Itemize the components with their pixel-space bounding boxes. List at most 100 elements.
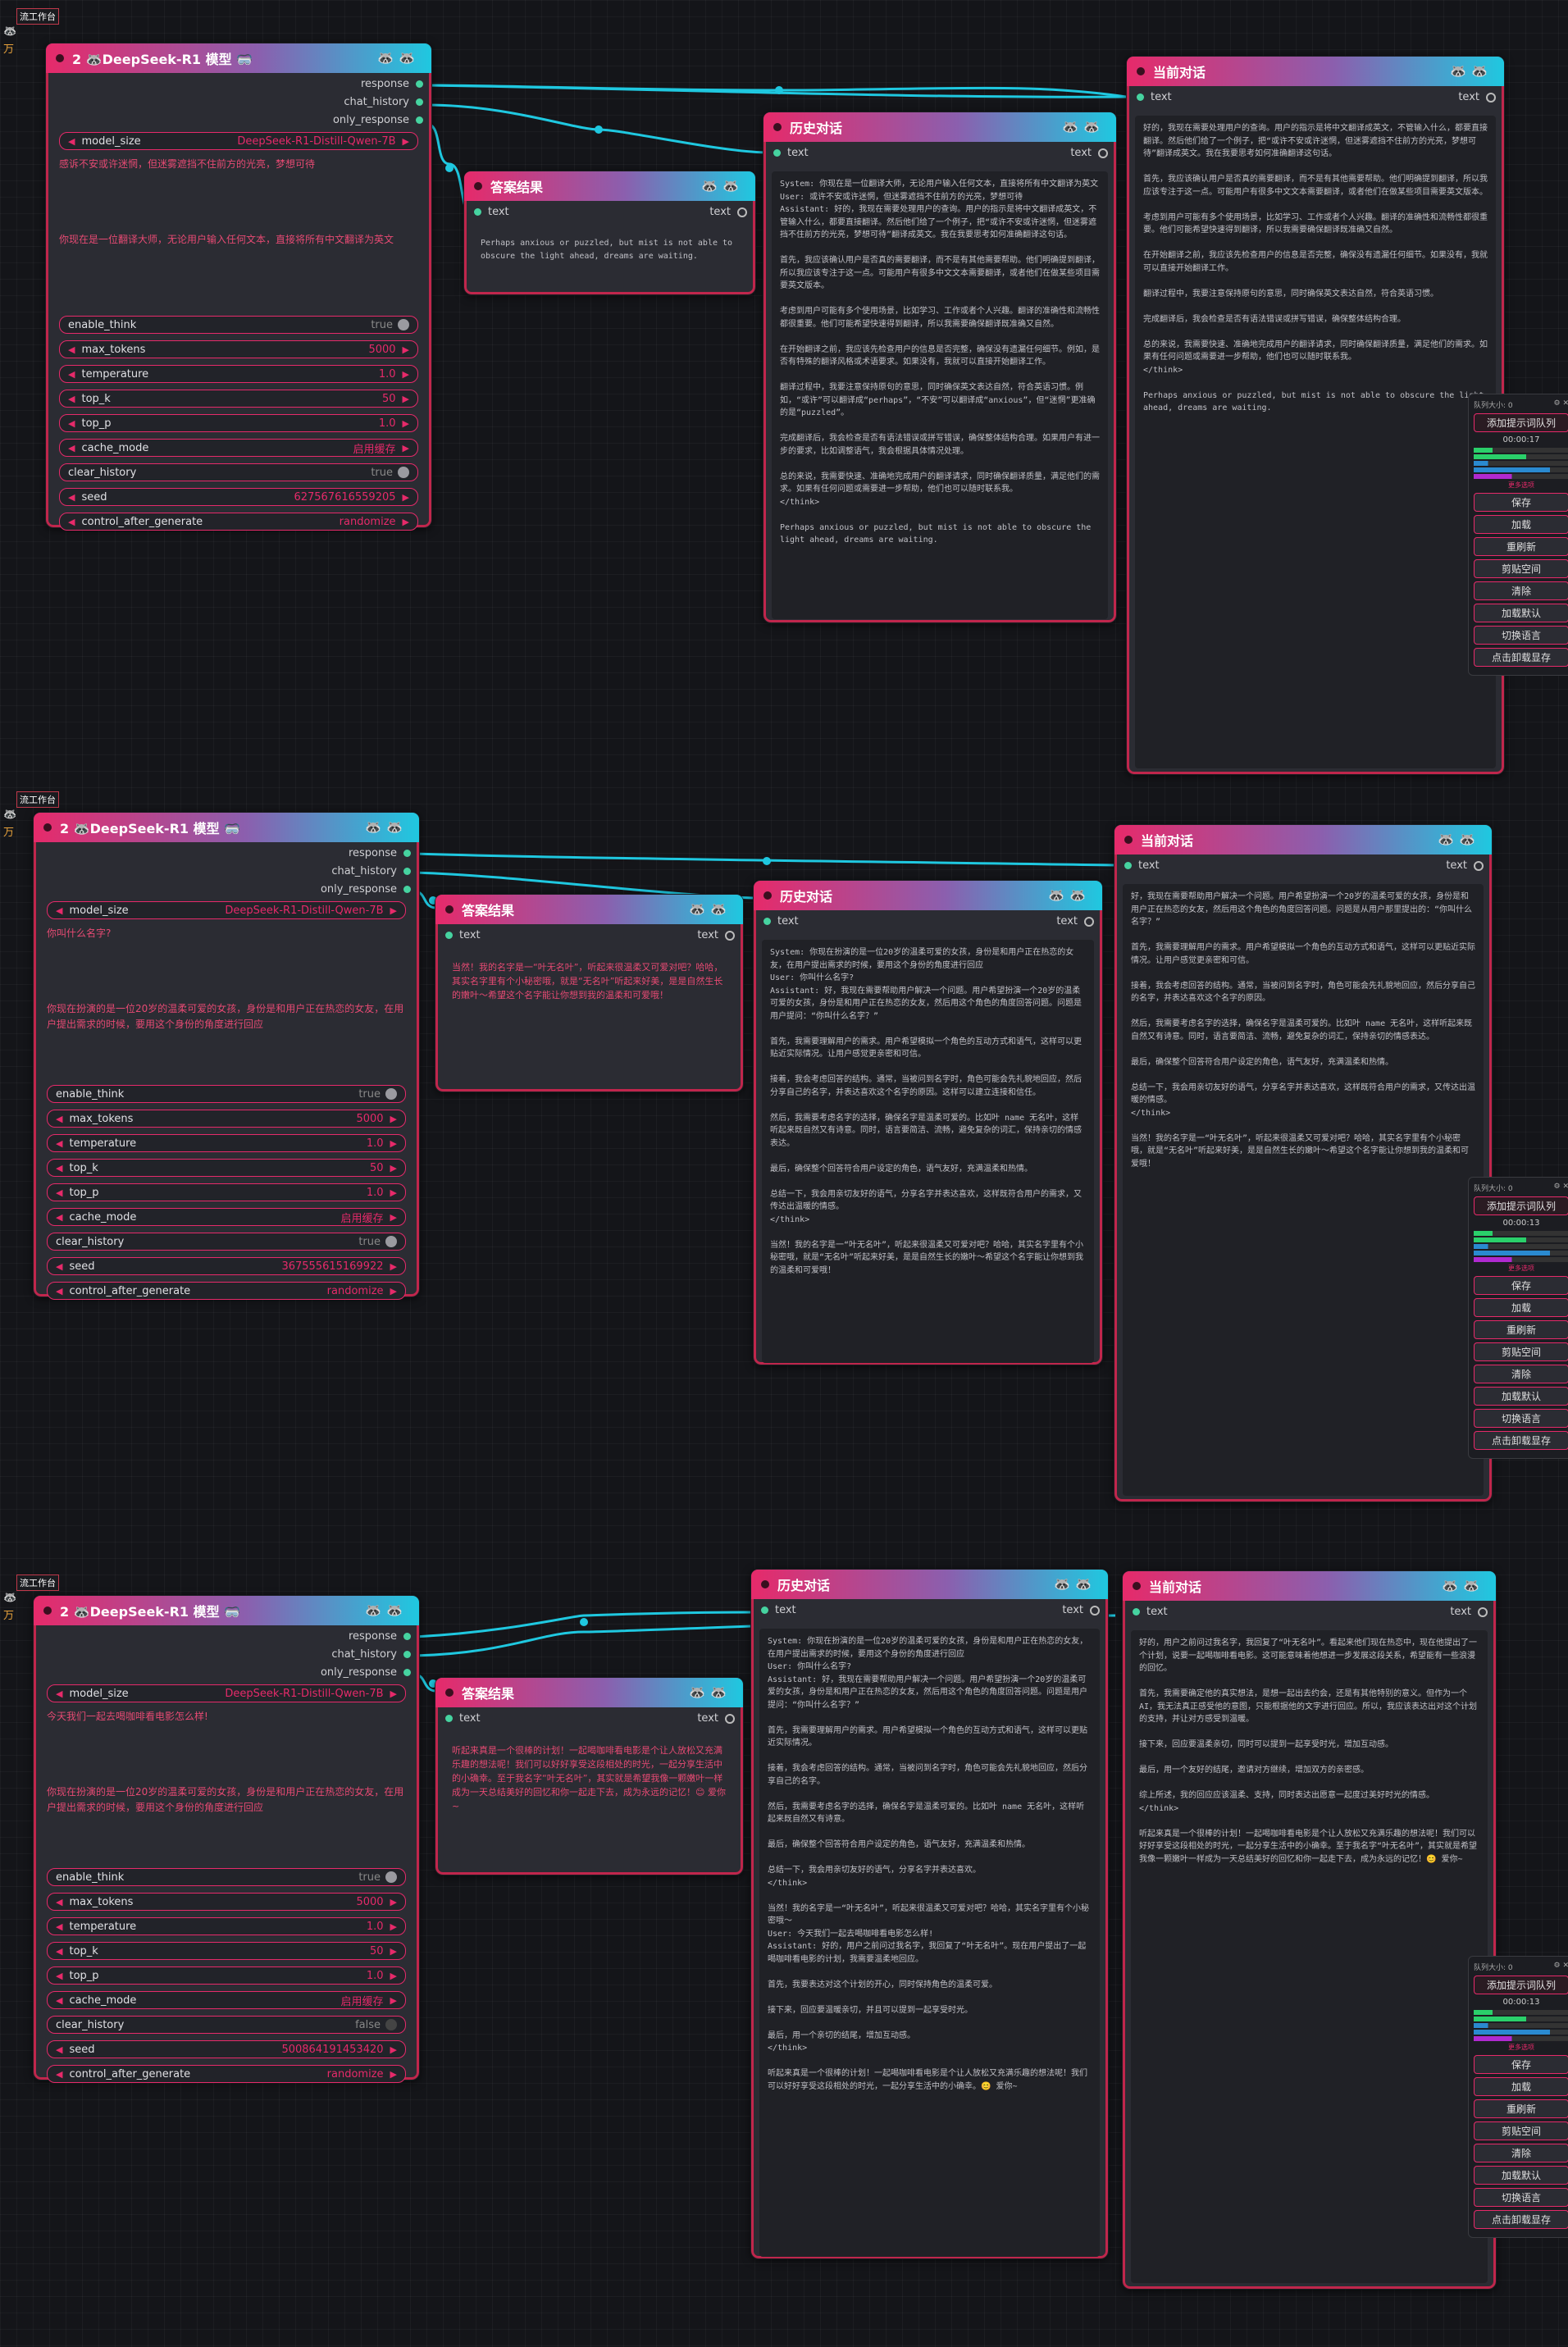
text-input-port[interactable]: text bbox=[474, 206, 509, 218]
unload-model-button[interactable]: 点击卸载显存 bbox=[1474, 2210, 1568, 2229]
current-dialog-text[interactable]: 好的，我现在需要处理用户的查询。用户的指示是将中文翻译成英文，不管输入什么，都要… bbox=[1135, 116, 1496, 768]
history-node[interactable]: 历史对话 🦝🦝 text text System: 你现在是一位翻译大师，无论用户输… bbox=[763, 112, 1117, 623]
workflow-label[interactable]: 流工作台 bbox=[16, 791, 59, 808]
chat-history-output[interactable]: chat_history bbox=[344, 96, 423, 108]
refresh-button[interactable]: 重刷新 bbox=[1474, 537, 1568, 556]
clear-button[interactable]: 清除 bbox=[1474, 2144, 1568, 2162]
text-output-port[interactable]: text bbox=[1062, 1604, 1100, 1616]
prompt-input[interactable]: 你叫什么名字? bbox=[47, 926, 406, 991]
clipspace-button[interactable]: 剪贴空间 bbox=[1474, 559, 1568, 578]
text-input-port[interactable]: text bbox=[761, 1604, 796, 1616]
panel-controls-icon[interactable]: ⚙ ✕ bbox=[1554, 399, 1568, 410]
panel-controls-icon[interactable]: ⚙ ✕ bbox=[1554, 1183, 1568, 1193]
top-p-number[interactable]: ◀ top_p 1.0 ▶ bbox=[47, 1183, 406, 1201]
text-input-port[interactable]: text bbox=[445, 1712, 481, 1725]
switch-language-button[interactable]: 切换语言 bbox=[1474, 626, 1568, 645]
load-default-button[interactable]: 加载默认 bbox=[1474, 604, 1568, 622]
seed-number[interactable]: ◀ seed 627567616559205 ▶ bbox=[59, 488, 418, 506]
text-input-port[interactable]: text bbox=[445, 929, 481, 941]
model-size-select[interactable]: ◀ model_size DeepSeek-R1-Distill-Qwen-7B ▶ bbox=[47, 901, 406, 919]
clipspace-button[interactable]: 剪贴空间 bbox=[1474, 2121, 1568, 2140]
temperature-number[interactable]: ◀ temperature 1.0 ▶ bbox=[47, 1917, 406, 1935]
history-text[interactable]: System: 你现在是一位翻译大师，无论用户输入任何文本，直接将所有中文翻译为… bbox=[772, 171, 1108, 619]
queue-panel[interactable]: 队列大小: 0 ⚙ ✕ 添加提示词队列 00:00:13 更多选项 保存 加载 重… bbox=[1468, 1177, 1568, 1459]
switch-language-button[interactable]: 切换语言 bbox=[1474, 2188, 1568, 2207]
seed-number[interactable]: ◀ seed 367555615169922 ▶ bbox=[47, 1257, 406, 1275]
answer-result-node[interactable]: 答案结果 🦝🦝 text text 当然！我的名字是一“叶无名叶”，听起来很温柔又可… bbox=[435, 894, 744, 1092]
cache-mode-select[interactable]: ◀ cache_mode 启用缓存 ▶ bbox=[59, 439, 418, 457]
save-button[interactable]: 保存 bbox=[1474, 2055, 1568, 2074]
refresh-button[interactable]: 重刷新 bbox=[1474, 2099, 1568, 2118]
top-k-number[interactable]: ◀ top_k 50 ▶ bbox=[59, 390, 418, 408]
current-dialog-node[interactable]: 当前对话 🦝🦝 text text 好的，用户之前问过我名字，我回复了“叶无名叶”。… bbox=[1122, 1570, 1497, 2290]
current-dialog-text[interactable]: 好的，用户之前问过我名字，我回复了“叶无名叶”。看起来他们现在热恋中，现在他提出… bbox=[1131, 1630, 1488, 2283]
prompt-input[interactable]: 今天我们一起去喝咖啡看电影怎么样! bbox=[47, 1709, 406, 1775]
clear-button[interactable]: 清除 bbox=[1474, 581, 1568, 600]
answer-result-node[interactable]: 答案结果 🦝🦝 text text Perhaps anxious or puzzl… bbox=[463, 171, 756, 295]
load-default-button[interactable]: 加载默认 bbox=[1474, 1387, 1568, 1406]
deepseek-model-node[interactable]: 2 🦝DeepSeek-R1 模型 🥽 🦝🦝 response chat_hist… bbox=[33, 1595, 420, 2083]
deepseek-model-node[interactable]: 2 🦝DeepSeek-R1 模型 🥽 🦝🦝 response chat_hist… bbox=[45, 43, 432, 531]
workflow-label[interactable]: 流工作台 bbox=[16, 8, 59, 25]
panel-controls-icon[interactable]: ⚙ ✕ bbox=[1554, 1962, 1568, 1972]
save-button[interactable]: 保存 bbox=[1474, 1276, 1568, 1295]
response-output[interactable]: response bbox=[349, 847, 411, 859]
load-button[interactable]: 加载 bbox=[1474, 1298, 1568, 1317]
clipspace-button[interactable]: 剪贴空间 bbox=[1474, 1342, 1568, 1361]
top-k-number[interactable]: ◀ top_k 50 ▶ bbox=[47, 1159, 406, 1177]
history-node[interactable]: 历史对话 🦝🦝 text text System: 你现在扮演的是一位20岁的温柔可… bbox=[753, 880, 1103, 1365]
system-prompt-input[interactable]: 你现在是一位翻译大师，无论用户输入任何文本，直接将所有中文翻译为英文 bbox=[59, 232, 418, 306]
max-tokens-number[interactable]: ◀ max_tokens 5000 ▶ bbox=[47, 1110, 406, 1128]
text-output-port[interactable]: text bbox=[1458, 91, 1496, 103]
max-tokens-number[interactable]: ◀ max_tokens 5000 ▶ bbox=[59, 340, 418, 358]
text-input-port[interactable]: text bbox=[763, 915, 799, 927]
current-dialog-node[interactable]: 当前对话 🦝🦝 text text 好的，我现在需要处理用户的查询。用户的指示是将中… bbox=[1126, 56, 1505, 775]
enable-think-toggle[interactable]: enable_think true bbox=[47, 1085, 406, 1103]
seed-number[interactable]: ◀ seed 500864191453420 ▶ bbox=[47, 2040, 406, 2058]
only-response-output[interactable]: only_response bbox=[321, 883, 411, 896]
top-p-number[interactable]: ◀ top_p 1.0 ▶ bbox=[47, 1966, 406, 1985]
enable-think-toggle[interactable]: enable_think true bbox=[47, 1868, 406, 1886]
more-options-link[interactable]: 更多选项 bbox=[1474, 2043, 1568, 2052]
only-response-output[interactable]: only_response bbox=[333, 114, 423, 126]
text-output-port[interactable]: text bbox=[1056, 915, 1094, 927]
text-input-port[interactable]: text bbox=[773, 147, 809, 159]
refresh-button[interactable]: 重刷新 bbox=[1474, 1320, 1568, 1339]
load-button[interactable]: 加载 bbox=[1474, 515, 1568, 534]
max-tokens-number[interactable]: ◀ max_tokens 5000 ▶ bbox=[47, 1893, 406, 1911]
text-input-port[interactable]: text bbox=[1137, 91, 1172, 103]
side-icon[interactable]: 🦝 万 bbox=[3, 23, 16, 59]
clear-history-toggle[interactable]: clear_history true bbox=[47, 1233, 406, 1251]
load-default-button[interactable]: 加载默认 bbox=[1474, 2166, 1568, 2185]
answer-result-node[interactable]: 答案结果 🦝🦝 text text 听起来真是一个很棒的计划！一起喝咖啡看电影是个让… bbox=[435, 1677, 744, 1875]
side-icon[interactable]: 🦝 万 bbox=[3, 1589, 16, 1625]
system-prompt-input[interactable]: 你现在扮演的是一位20岁的温柔可爱的女孩，身份是和用户正在热恋的女友，在用户提出… bbox=[47, 1001, 406, 1075]
queue-panel[interactable]: 队列大小: 0 ⚙ ✕ 添加提示词队列 00:00:13 更多选项 保存 加载 重… bbox=[1468, 1956, 1568, 2238]
top-k-number[interactable]: ◀ top_k 50 ▶ bbox=[47, 1942, 406, 1960]
clear-history-toggle[interactable]: clear_history false bbox=[47, 2016, 406, 2034]
text-output-port[interactable]: text bbox=[709, 206, 747, 218]
deepseek-model-node[interactable]: 2 🦝DeepSeek-R1 模型 🥽 🦝🦝 response chat_hist… bbox=[33, 812, 420, 1300]
temperature-number[interactable]: ◀ temperature 1.0 ▶ bbox=[47, 1134, 406, 1152]
clear-history-toggle[interactable]: clear_history true bbox=[59, 463, 418, 481]
save-button[interactable]: 保存 bbox=[1474, 493, 1568, 512]
unload-model-button[interactable]: 点击卸载显存 bbox=[1474, 1431, 1568, 1450]
more-options-link[interactable]: 更多选项 bbox=[1474, 481, 1568, 490]
cache-mode-select[interactable]: ◀ cache_mode 启用缓存 ▶ bbox=[47, 1208, 406, 1226]
side-icon[interactable]: 🦝 万 bbox=[3, 806, 16, 842]
response-output[interactable]: response bbox=[361, 78, 423, 90]
unload-model-button[interactable]: 点击卸载显存 bbox=[1474, 648, 1568, 667]
control-after-generate-select[interactable]: ◀ control_after_generate randomize ▶ bbox=[59, 513, 418, 531]
text-input-port[interactable]: text bbox=[1133, 1606, 1168, 1618]
more-options-link[interactable]: 更多选项 bbox=[1474, 1264, 1568, 1273]
load-button[interactable]: 加载 bbox=[1474, 2077, 1568, 2096]
switch-language-button[interactable]: 切换语言 bbox=[1474, 1409, 1568, 1428]
text-input-port[interactable]: text bbox=[1124, 859, 1160, 872]
model-size-select[interactable]: ◀ model_size DeepSeek-R1-Distill-Qwen-7B ▶ bbox=[47, 1684, 406, 1702]
clear-button[interactable]: 清除 bbox=[1474, 1365, 1568, 1383]
text-output-port[interactable]: text bbox=[1450, 1606, 1488, 1618]
temperature-number[interactable]: ◀ temperature 1.0 ▶ bbox=[59, 365, 418, 383]
system-prompt-input[interactable]: 你现在扮演的是一位20岁的温柔可爱的女孩，身份是和用户正在热恋的女友，在用户提出… bbox=[47, 1784, 406, 1858]
text-output-port[interactable]: text bbox=[697, 929, 735, 941]
text-output-port[interactable]: text bbox=[1446, 859, 1484, 872]
